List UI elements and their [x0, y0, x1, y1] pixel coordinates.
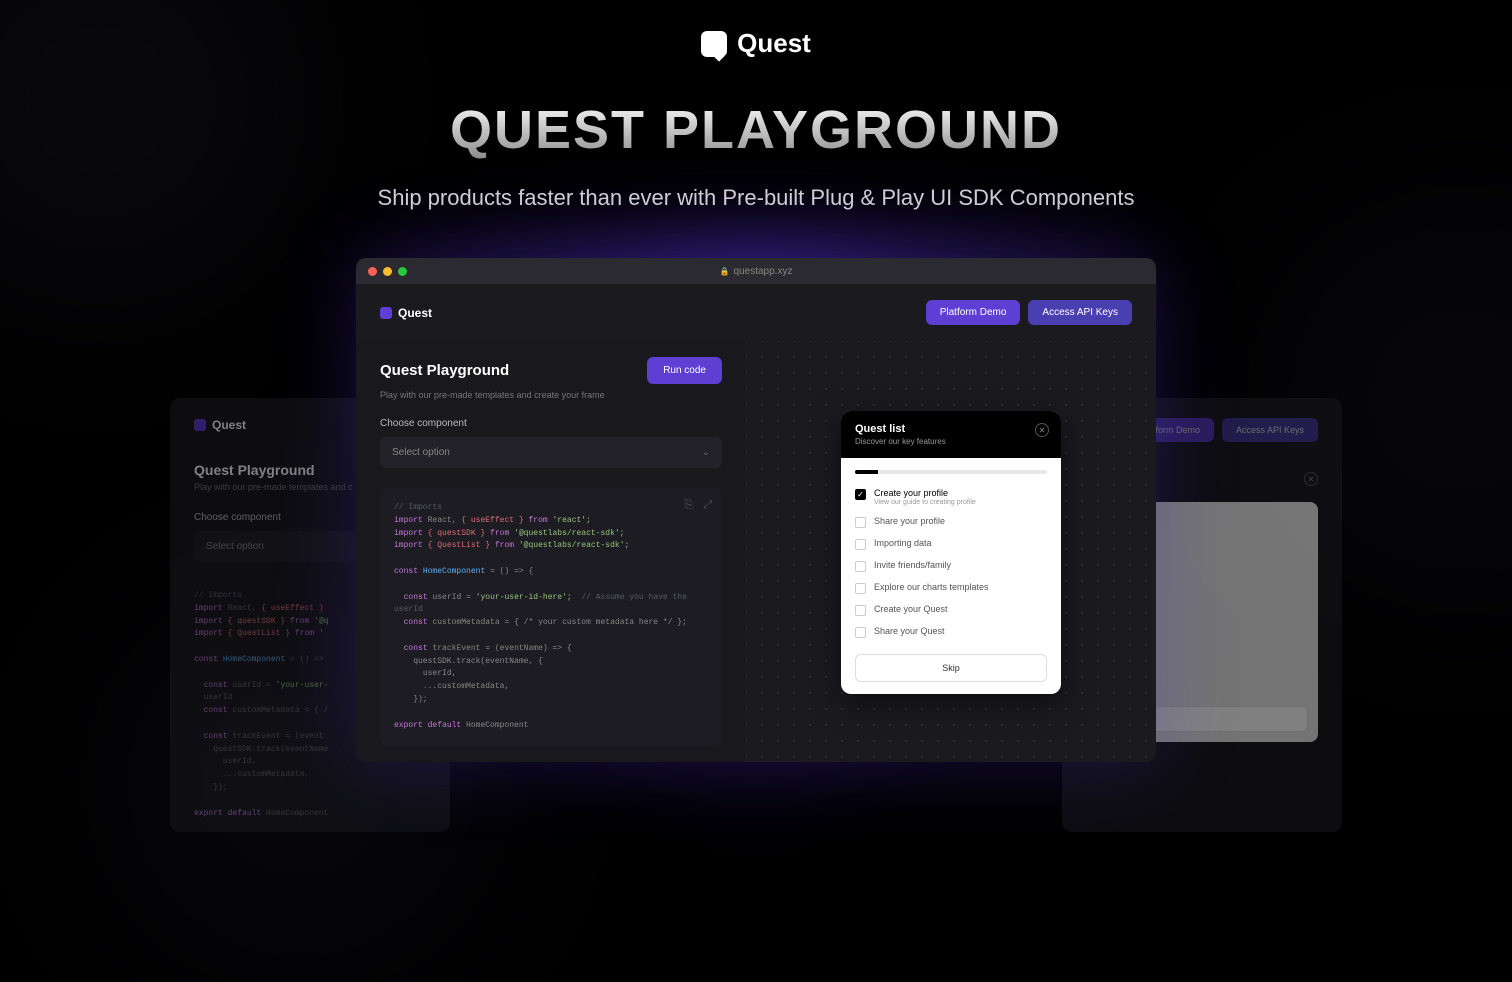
- checkbox-icon[interactable]: [855, 561, 866, 572]
- app-window: 🔒 questapp.xyz Quest Platform Demo Acces…: [356, 258, 1156, 762]
- app-header: Quest Platform Demo Access API Keys: [356, 284, 1156, 341]
- checklist-label: Share your profile: [874, 516, 945, 526]
- code-line: import { QuestList } from '@questlabs/re…: [394, 540, 708, 553]
- code-editor[interactable]: ⎘ ⤢ // Imports import React, { useEffect…: [380, 488, 722, 746]
- quest-logo-icon: [701, 31, 727, 57]
- checkbox-icon[interactable]: [855, 539, 866, 550]
- close-icon[interactable]: ✕: [1304, 472, 1318, 486]
- quest-logo-icon: [194, 419, 206, 431]
- lock-icon: 🔒: [720, 267, 730, 276]
- checklist-label: Share your Quest: [874, 626, 945, 636]
- preview-panel: Quest list Discover our key features ✕ ✓…: [746, 341, 1156, 762]
- code-line: import { questSDK } from '@questlabs/rea…: [394, 528, 708, 541]
- checklist-description: View our guide to creating profile: [874, 499, 976, 506]
- hero-title: QUEST PLAYGROUND: [0, 99, 1512, 161]
- traffic-light-close[interactable]: [368, 267, 377, 276]
- window-titlebar: 🔒 questapp.xyz: [356, 258, 1156, 284]
- copy-icon[interactable]: ⎘: [684, 498, 693, 516]
- code-line: ...customMetadata,: [394, 681, 708, 694]
- address-bar: 🔒 questapp.xyz: [720, 266, 793, 277]
- checkbox-icon[interactable]: [855, 605, 866, 616]
- brand-name: Quest: [212, 418, 246, 432]
- checkbox-icon[interactable]: [855, 627, 866, 638]
- code-line: const userId = 'your-user-id-here'; // A…: [394, 592, 708, 618]
- checkbox-icon[interactable]: ✓: [855, 489, 866, 500]
- app-logo: Quest: [380, 306, 432, 320]
- close-icon[interactable]: ✕: [1035, 423, 1049, 437]
- code-line: import React, { useEffect } from 'react'…: [394, 515, 708, 528]
- code-line: export default HomeComponent: [394, 720, 708, 733]
- checklist-label: Invite friends/family: [874, 560, 951, 570]
- hero-subtitle: Ship products faster than ever with Pre-…: [0, 185, 1512, 211]
- brand-logo: Quest: [0, 28, 1512, 59]
- code-line: // Imports: [394, 503, 442, 512]
- card-header: Quest list Discover our key features ✕: [841, 411, 1061, 458]
- checklist-item[interactable]: Explore our charts templates: [855, 582, 1047, 594]
- checklist-item[interactable]: Share your Quest: [855, 626, 1047, 638]
- component-select[interactable]: Select option ⌄: [380, 437, 722, 468]
- traffic-light-maximize[interactable]: [398, 267, 407, 276]
- traffic-light-minimize[interactable]: [383, 267, 392, 276]
- url-text: questapp.xyz: [734, 266, 793, 277]
- checkbox-icon[interactable]: [855, 583, 866, 594]
- checklist-label: Create your Quest: [874, 604, 948, 614]
- panel-title: Quest Playground: [380, 362, 509, 379]
- access-api-keys-button[interactable]: Access API Keys: [1028, 300, 1132, 325]
- checklist-item[interactable]: Invite friends/family: [855, 560, 1047, 572]
- quest-logo-icon: [380, 307, 392, 319]
- select-placeholder: Select option: [206, 541, 264, 552]
- expand-icon[interactable]: ⤢: [703, 498, 712, 516]
- access-api-keys-button[interactable]: Access API Keys: [1222, 418, 1318, 442]
- editor-panel: Quest Playground Run code Play with our …: [356, 341, 746, 762]
- progress-fill: [855, 470, 878, 474]
- checkbox-icon[interactable]: [855, 517, 866, 528]
- checklist-item[interactable]: Share your profile: [855, 516, 1047, 528]
- checklist-label: Explore our charts templates: [874, 582, 989, 592]
- run-code-button[interactable]: Run code: [647, 357, 722, 384]
- checklist-label: Importing data: [874, 538, 932, 548]
- checklist-item[interactable]: ✓ Create your profileView our guide to cr…: [855, 488, 1047, 506]
- code-line: const HomeComponent = () => {: [394, 566, 708, 579]
- progress-bar: [855, 470, 1047, 474]
- checklist-item[interactable]: Create your Quest: [855, 604, 1047, 616]
- code-line: });: [394, 694, 708, 707]
- code-line: questSDK.track(eventName, {: [394, 656, 708, 669]
- panel-subtitle: Play with our pre-made templates and cre…: [380, 390, 722, 400]
- checklist-label: Create your profile: [874, 488, 976, 498]
- code-line: const trackEvent = (eventName) => {: [394, 643, 708, 656]
- brand-name: Quest: [737, 28, 811, 59]
- code-line: userId,: [394, 668, 708, 681]
- platform-demo-button[interactable]: Platform Demo: [926, 300, 1021, 325]
- skip-button[interactable]: Skip: [855, 654, 1047, 682]
- code-line: const customMetadata = { /* your custom …: [394, 617, 708, 630]
- chevron-down-icon: ⌄: [702, 447, 710, 458]
- card-title: Quest list: [855, 423, 1047, 435]
- brand-name: Quest: [398, 306, 432, 320]
- choose-component-label: Choose component: [380, 418, 722, 429]
- hero-section: Quest QUEST PLAYGROUND Ship products fas…: [0, 0, 1512, 211]
- checklist-item[interactable]: Importing data: [855, 538, 1047, 550]
- card-subtitle: Discover our key features: [855, 437, 1047, 446]
- select-placeholder: Select option: [392, 447, 450, 458]
- quest-list-card: Quest list Discover our key features ✕ ✓…: [841, 411, 1061, 694]
